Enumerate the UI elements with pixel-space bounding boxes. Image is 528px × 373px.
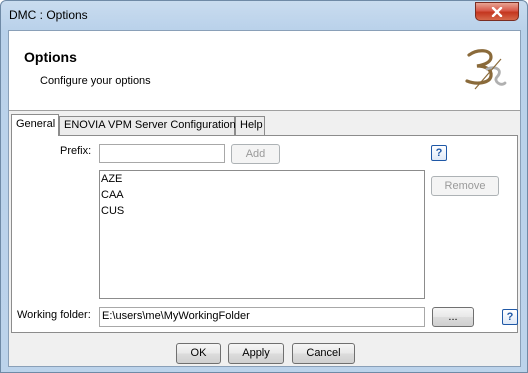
working-folder-label: Working folder: — [17, 309, 91, 321]
tab-enovia-vpm-server-configuration[interactable]: ENOVIA VPM Server Configuration — [59, 116, 236, 135]
options-dialog-window: DMC : Options Options Configure your opt… — [0, 0, 528, 373]
add-button[interactable]: Add — [231, 144, 280, 164]
browse-button[interactable]: ... — [432, 307, 474, 327]
prefix-listbox[interactable]: AZE CAA CUS — [99, 170, 425, 299]
prefix-input[interactable] — [99, 144, 225, 163]
header-subtitle: Configure your options — [40, 75, 151, 87]
apply-button[interactable]: Apply — [228, 343, 284, 364]
list-item[interactable]: CUS — [100, 203, 424, 219]
general-tab-panel: Prefix: Add ? AZE CAA CUS Remove Working… — [11, 135, 518, 333]
prefix-label: Prefix: — [60, 145, 92, 157]
tab-general[interactable]: General — [11, 114, 59, 136]
working-folder-input[interactable]: E:\users\me\MyWorkingFolder — [99, 307, 425, 327]
3ds-logo — [465, 49, 507, 90]
close-button[interactable] — [475, 2, 519, 21]
title-bar[interactable]: DMC : Options — [1, 1, 527, 29]
tab-help[interactable]: Help — [235, 116, 265, 135]
working-folder-help-icon[interactable]: ? — [502, 309, 518, 325]
close-icon — [491, 6, 503, 17]
prefix-help-icon[interactable]: ? — [431, 145, 447, 161]
dialog-client-area: Options Configure your options General E… — [8, 30, 521, 367]
dialog-header: Options Configure your options — [9, 31, 520, 111]
list-item[interactable]: CAA — [100, 187, 424, 203]
remove-button[interactable]: Remove — [431, 176, 499, 196]
list-item[interactable]: AZE — [100, 171, 424, 187]
window-title: DMC : Options — [9, 8, 88, 22]
header-title: Options — [24, 49, 77, 65]
ok-button[interactable]: OK — [176, 343, 221, 364]
cancel-button[interactable]: Cancel — [292, 343, 355, 364]
